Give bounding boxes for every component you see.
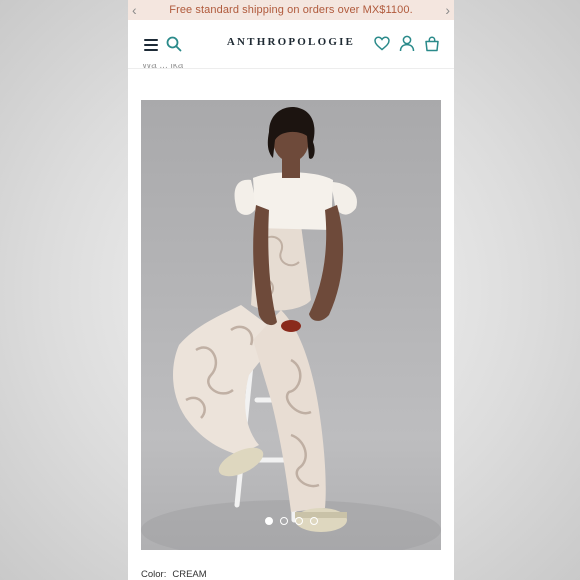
- carousel-dot[interactable]: [309, 517, 318, 525]
- shopping-bag-icon[interactable]: [424, 36, 440, 57]
- heart-icon[interactable]: [374, 36, 390, 56]
- color-label: Color:: [141, 569, 167, 580]
- product-image[interactable]: [141, 100, 441, 550]
- chevron-right-icon[interactable]: ›: [445, 1, 450, 19]
- site-header: ANTHROPOLOGIE: [128, 20, 454, 69]
- breadcrumb[interactable]: Wa ... lka: [142, 64, 183, 72]
- carousel-dot[interactable]: [294, 517, 303, 525]
- chevron-left-icon[interactable]: ‹: [132, 1, 137, 19]
- color-selection: Color: CREAM: [141, 569, 207, 580]
- color-value: CREAM: [172, 569, 207, 580]
- carousel-dot[interactable]: [279, 517, 288, 525]
- carousel-dot[interactable]: [264, 517, 273, 525]
- carousel-dots: [141, 517, 441, 525]
- promo-text[interactable]: Free standard shipping on orders over MX…: [169, 4, 412, 16]
- promo-banner: ‹ Free standard shipping on orders over …: [128, 0, 454, 20]
- mobile-page: ‹ Free standard shipping on orders over …: [128, 0, 454, 580]
- account-icon[interactable]: [399, 35, 415, 57]
